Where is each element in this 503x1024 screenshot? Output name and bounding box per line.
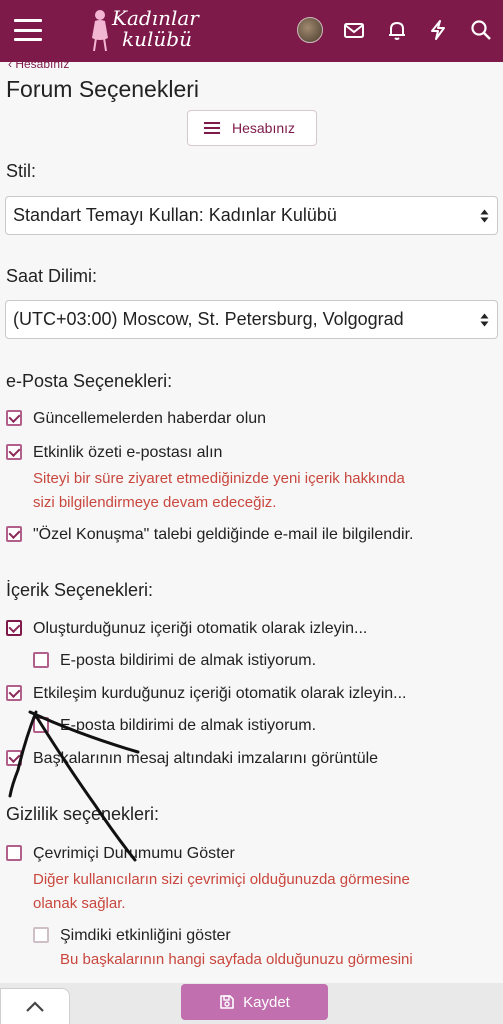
style-select[interactable]: Standart Temayı Kullan: Kadınlar Kulübü xyxy=(5,196,498,235)
save-button[interactable]: Kaydet xyxy=(181,984,328,1020)
avatar[interactable] xyxy=(297,17,323,43)
signatures-checkbox[interactable] xyxy=(6,750,22,766)
chevron-up-icon xyxy=(26,1001,44,1012)
email-updates-checkbox[interactable] xyxy=(6,410,22,426)
email-digest-hint: Siteyi bir süre ziyaret etmediğinizde ye… xyxy=(33,467,405,515)
email-updates-option[interactable]: Güncellemelerden haberdar olun xyxy=(6,408,266,429)
breadcrumb[interactable]: ‹ Hesabınız xyxy=(8,57,69,71)
timezone-label: Saat Dilimi: xyxy=(6,266,98,286)
watch-interacted-email-option[interactable]: E-posta bildirimi de almak istiyorum. xyxy=(33,715,316,736)
scroll-top-button[interactable] xyxy=(0,988,70,1024)
email-conversation-label: "Özel Konuşma" talebi geldiğinde e-mail … xyxy=(33,526,414,543)
online-status-checkbox[interactable] xyxy=(6,845,22,861)
logo-woman-icon xyxy=(92,10,108,52)
email-options-label: e-Posta Seçenekleri: xyxy=(6,371,173,391)
privacy-options-label: Gizlilik seçenekleri: xyxy=(6,804,160,824)
envelope-icon[interactable] xyxy=(343,19,365,41)
current-activity-hint-line-1: Bu başkalarının hangi sayfada olduğunuzu… xyxy=(60,951,413,968)
current-activity-checkbox[interactable] xyxy=(33,927,49,943)
style-select-value: Standart Temayı Kullan: Kadınlar Kulübü xyxy=(13,205,337,225)
watch-created-email-label: E-posta bildirimi de almak istiyorum. xyxy=(60,652,317,669)
menu-icon xyxy=(204,122,220,134)
email-conversation-option[interactable]: "Özel Konuşma" talebi geldiğinde e-mail … xyxy=(6,524,413,545)
menu-icon[interactable] xyxy=(14,19,42,41)
watch-interacted-email-checkbox[interactable] xyxy=(33,717,49,733)
online-status-hint: Diğer kullanıcıların sizi çevrimiçi oldu… xyxy=(33,868,410,916)
email-digest-option[interactable]: Etkinlik özeti e-postası alın xyxy=(6,442,222,463)
email-digest-label: Etkinlik özeti e-postası alın xyxy=(33,444,223,461)
select-arrows-icon xyxy=(480,313,489,327)
current-activity-label: Şimdiki etkinliğini göster xyxy=(60,927,231,944)
signatures-option[interactable]: Başkalarının mesaj altındaki imzalarını … xyxy=(6,748,378,769)
bolt-icon[interactable] xyxy=(427,19,449,41)
account-menu-button[interactable]: Hesabınız xyxy=(187,110,317,146)
current-activity-hint: Bu başkalarının hangi sayfada olduğunuzu… xyxy=(60,948,413,972)
online-status-hint-line-2: olanak sağlar. xyxy=(33,895,126,912)
content-options-label: İçerik Seçenekleri: xyxy=(6,580,154,600)
watch-interacted-label: Etkileşim kurduğunuz içeriği otomatik ol… xyxy=(33,685,407,702)
top-bar: Kadınlar kulübü xyxy=(0,0,503,62)
floppy-disk-icon xyxy=(220,995,234,1009)
watch-created-email-checkbox[interactable] xyxy=(33,652,49,668)
signatures-label: Başkalarının mesaj altındaki imzalarını … xyxy=(33,750,379,767)
search-icon[interactable] xyxy=(470,19,492,41)
email-digest-checkbox[interactable] xyxy=(6,444,22,460)
logo-line-2: kulübü xyxy=(122,27,192,51)
account-button-label: Hesabınız xyxy=(232,120,296,136)
watch-created-email-option[interactable]: E-posta bildirimi de almak istiyorum. xyxy=(33,650,316,671)
watch-created-option[interactable]: Oluşturduğunuz içeriği otomatik olarak i… xyxy=(6,618,367,639)
bell-icon[interactable] xyxy=(386,19,408,41)
save-button-label: Kaydet xyxy=(243,993,290,1011)
logo-line-1: Kadınlar xyxy=(112,6,199,30)
style-label: Stil: xyxy=(6,161,37,181)
select-arrows-icon xyxy=(480,209,489,223)
online-status-label: Çevrimiçi Durumumu Göster xyxy=(33,845,235,862)
email-digest-hint-line-1: Siteyi bir süre ziyaret etmediğinizde ye… xyxy=(33,470,405,487)
online-status-hint-line-1: Diğer kullanıcıların sizi çevrimiçi oldu… xyxy=(33,871,410,888)
email-conversation-checkbox[interactable] xyxy=(6,526,22,542)
current-activity-option[interactable]: Şimdiki etkinliğini göster xyxy=(33,925,231,946)
watch-interacted-email-label: E-posta bildirimi de almak istiyorum. xyxy=(60,717,317,734)
watch-created-label: Oluşturduğunuz içeriği otomatik olarak i… xyxy=(33,620,368,637)
timezone-select[interactable]: (UTC+03:00) Moscow, St. Petersburg, Volg… xyxy=(5,300,498,339)
email-digest-hint-line-2: sizi bilgilendirmeye devam edeceğiz. xyxy=(33,494,277,511)
site-logo[interactable]: Kadınlar kulübü xyxy=(86,6,216,54)
email-updates-label: Güncellemelerden haberdar olun xyxy=(33,410,267,427)
page-title: Forum Seçenekleri xyxy=(6,76,200,102)
watch-interacted-checkbox[interactable] xyxy=(6,685,22,701)
online-status-option[interactable]: Çevrimiçi Durumumu Göster xyxy=(6,843,235,864)
timezone-select-value: (UTC+03:00) Moscow, St. Petersburg, Volg… xyxy=(13,309,404,329)
watch-created-checkbox[interactable] xyxy=(6,620,22,636)
watch-interacted-option[interactable]: Etkileşim kurduğunuz içeriği otomatik ol… xyxy=(6,683,406,704)
